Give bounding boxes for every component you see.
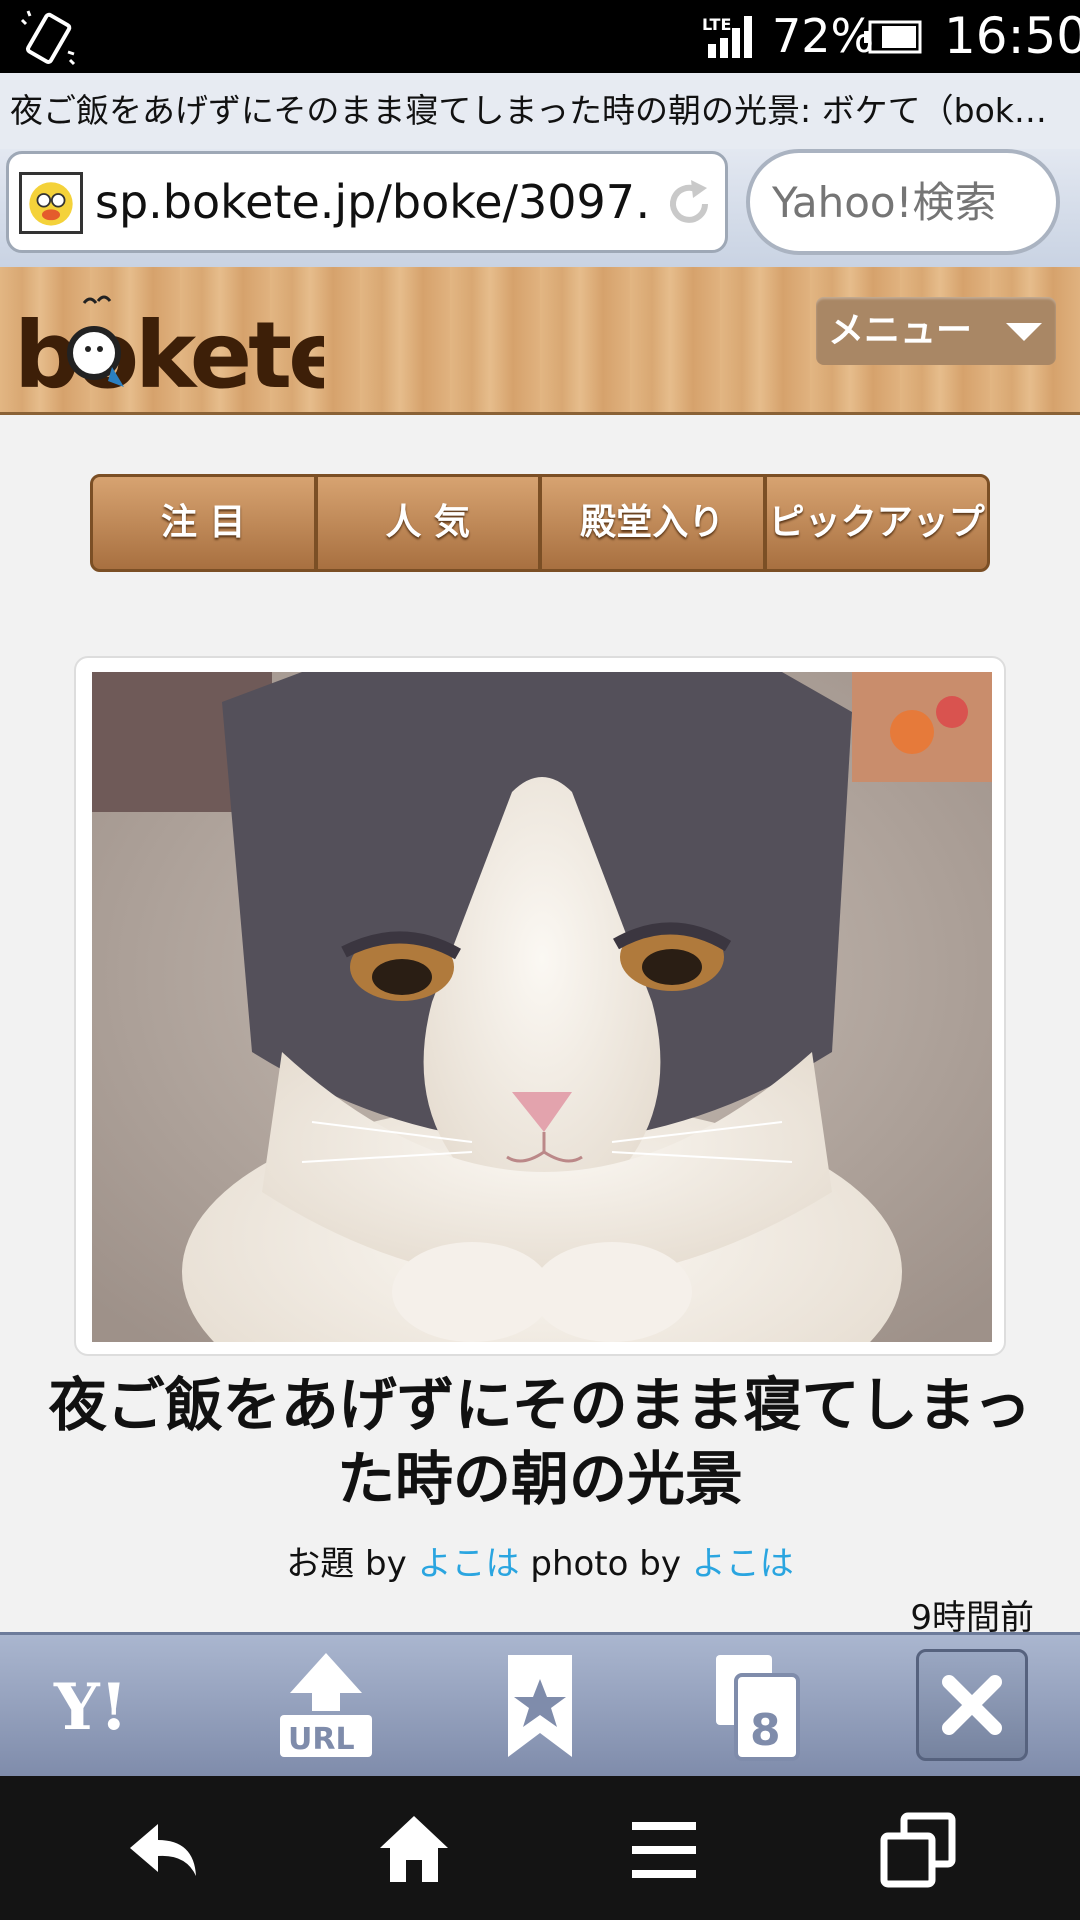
photo-by-label: photo by: [519, 1544, 692, 1584]
battery-percent: 72%: [772, 9, 875, 63]
url-text: sp.bokete.jp/boke/3097…: [95, 175, 655, 229]
yahoo-icon[interactable]: Y!: [48, 1649, 168, 1765]
close-icon: [942, 1675, 1002, 1735]
clock: 16:50: [944, 7, 1080, 65]
cat-photo-illustration: [92, 672, 992, 1342]
cat-photo[interactable]: [92, 672, 992, 1342]
photo-author-link[interactable]: よこは: [692, 1544, 794, 1584]
category-tabs: 注 目 人 気 殿堂入り ピックアップ: [90, 474, 990, 572]
page-title-bar: 夜ご飯をあげずにそのまま寝てしまった時の朝の光景: ボケて（bok…: [0, 73, 1080, 149]
svg-text:8: 8: [750, 1705, 781, 1756]
tabs-icon[interactable]: 8: [692, 1649, 812, 1765]
theme-author-link[interactable]: よこは: [418, 1544, 520, 1584]
yahoo-search-box[interactable]: [746, 149, 1060, 255]
menu-lines-icon[interactable]: [624, 1810, 704, 1890]
post-caption: 夜ご飯をあげずにそのまま寝てしまった時の朝の光景: [48, 1371, 1032, 1513]
search-input[interactable]: [772, 153, 1052, 251]
home-icon[interactable]: [374, 1810, 454, 1890]
site-header: bokete メニュー: [0, 267, 1080, 415]
bokete-logo-mark: bokete: [14, 295, 351, 409]
battery-icon: [864, 20, 922, 54]
menu-button[interactable]: メニュー: [816, 297, 1056, 365]
svg-text:URL: URL: [288, 1722, 355, 1757]
address-bar-row: sp.bokete.jp/boke/3097…: [0, 149, 1080, 267]
post-credits: お題 by よこは photo by よこは: [0, 1536, 1080, 1585]
svg-text:Y!: Y!: [53, 1670, 128, 1745]
tab-dendoiri[interactable]: 殿堂入り: [542, 477, 763, 569]
tab-ninki[interactable]: 人 気: [317, 477, 538, 569]
bookmark-icon[interactable]: [480, 1649, 600, 1765]
recent-apps-icon[interactable]: [878, 1810, 958, 1890]
bokete-logo[interactable]: bokete: [14, 291, 351, 409]
theme-by-label: お題 by: [286, 1544, 418, 1584]
lte-signal-icon: LTE: [702, 15, 752, 58]
back-icon[interactable]: [124, 1810, 204, 1890]
browser-toolbar: Y! URL 8: [0, 1632, 1080, 1776]
close-toolbar-button[interactable]: [916, 1649, 1028, 1761]
svg-text:bokete: bokete: [14, 302, 324, 401]
post-card: [74, 656, 1006, 1356]
screen-rotation-icon: [20, 10, 76, 66]
reload-icon[interactable]: [659, 174, 719, 234]
address-bar[interactable]: sp.bokete.jp/boke/3097…: [6, 151, 728, 253]
chevron-down-icon: [1006, 323, 1042, 341]
tab-pickup[interactable]: ピックアップ: [766, 477, 987, 569]
tab-chumoku[interactable]: 注 目: [93, 477, 314, 569]
navigation-bar: [0, 1776, 1080, 1920]
url-upload-icon[interactable]: URL: [266, 1649, 386, 1765]
status-bar: LTE 72% 16:50: [0, 0, 1080, 73]
bokete-favicon-icon: [19, 172, 83, 234]
menu-label: メニュー: [828, 310, 973, 351]
svg-text:LTE: LTE: [702, 15, 731, 34]
